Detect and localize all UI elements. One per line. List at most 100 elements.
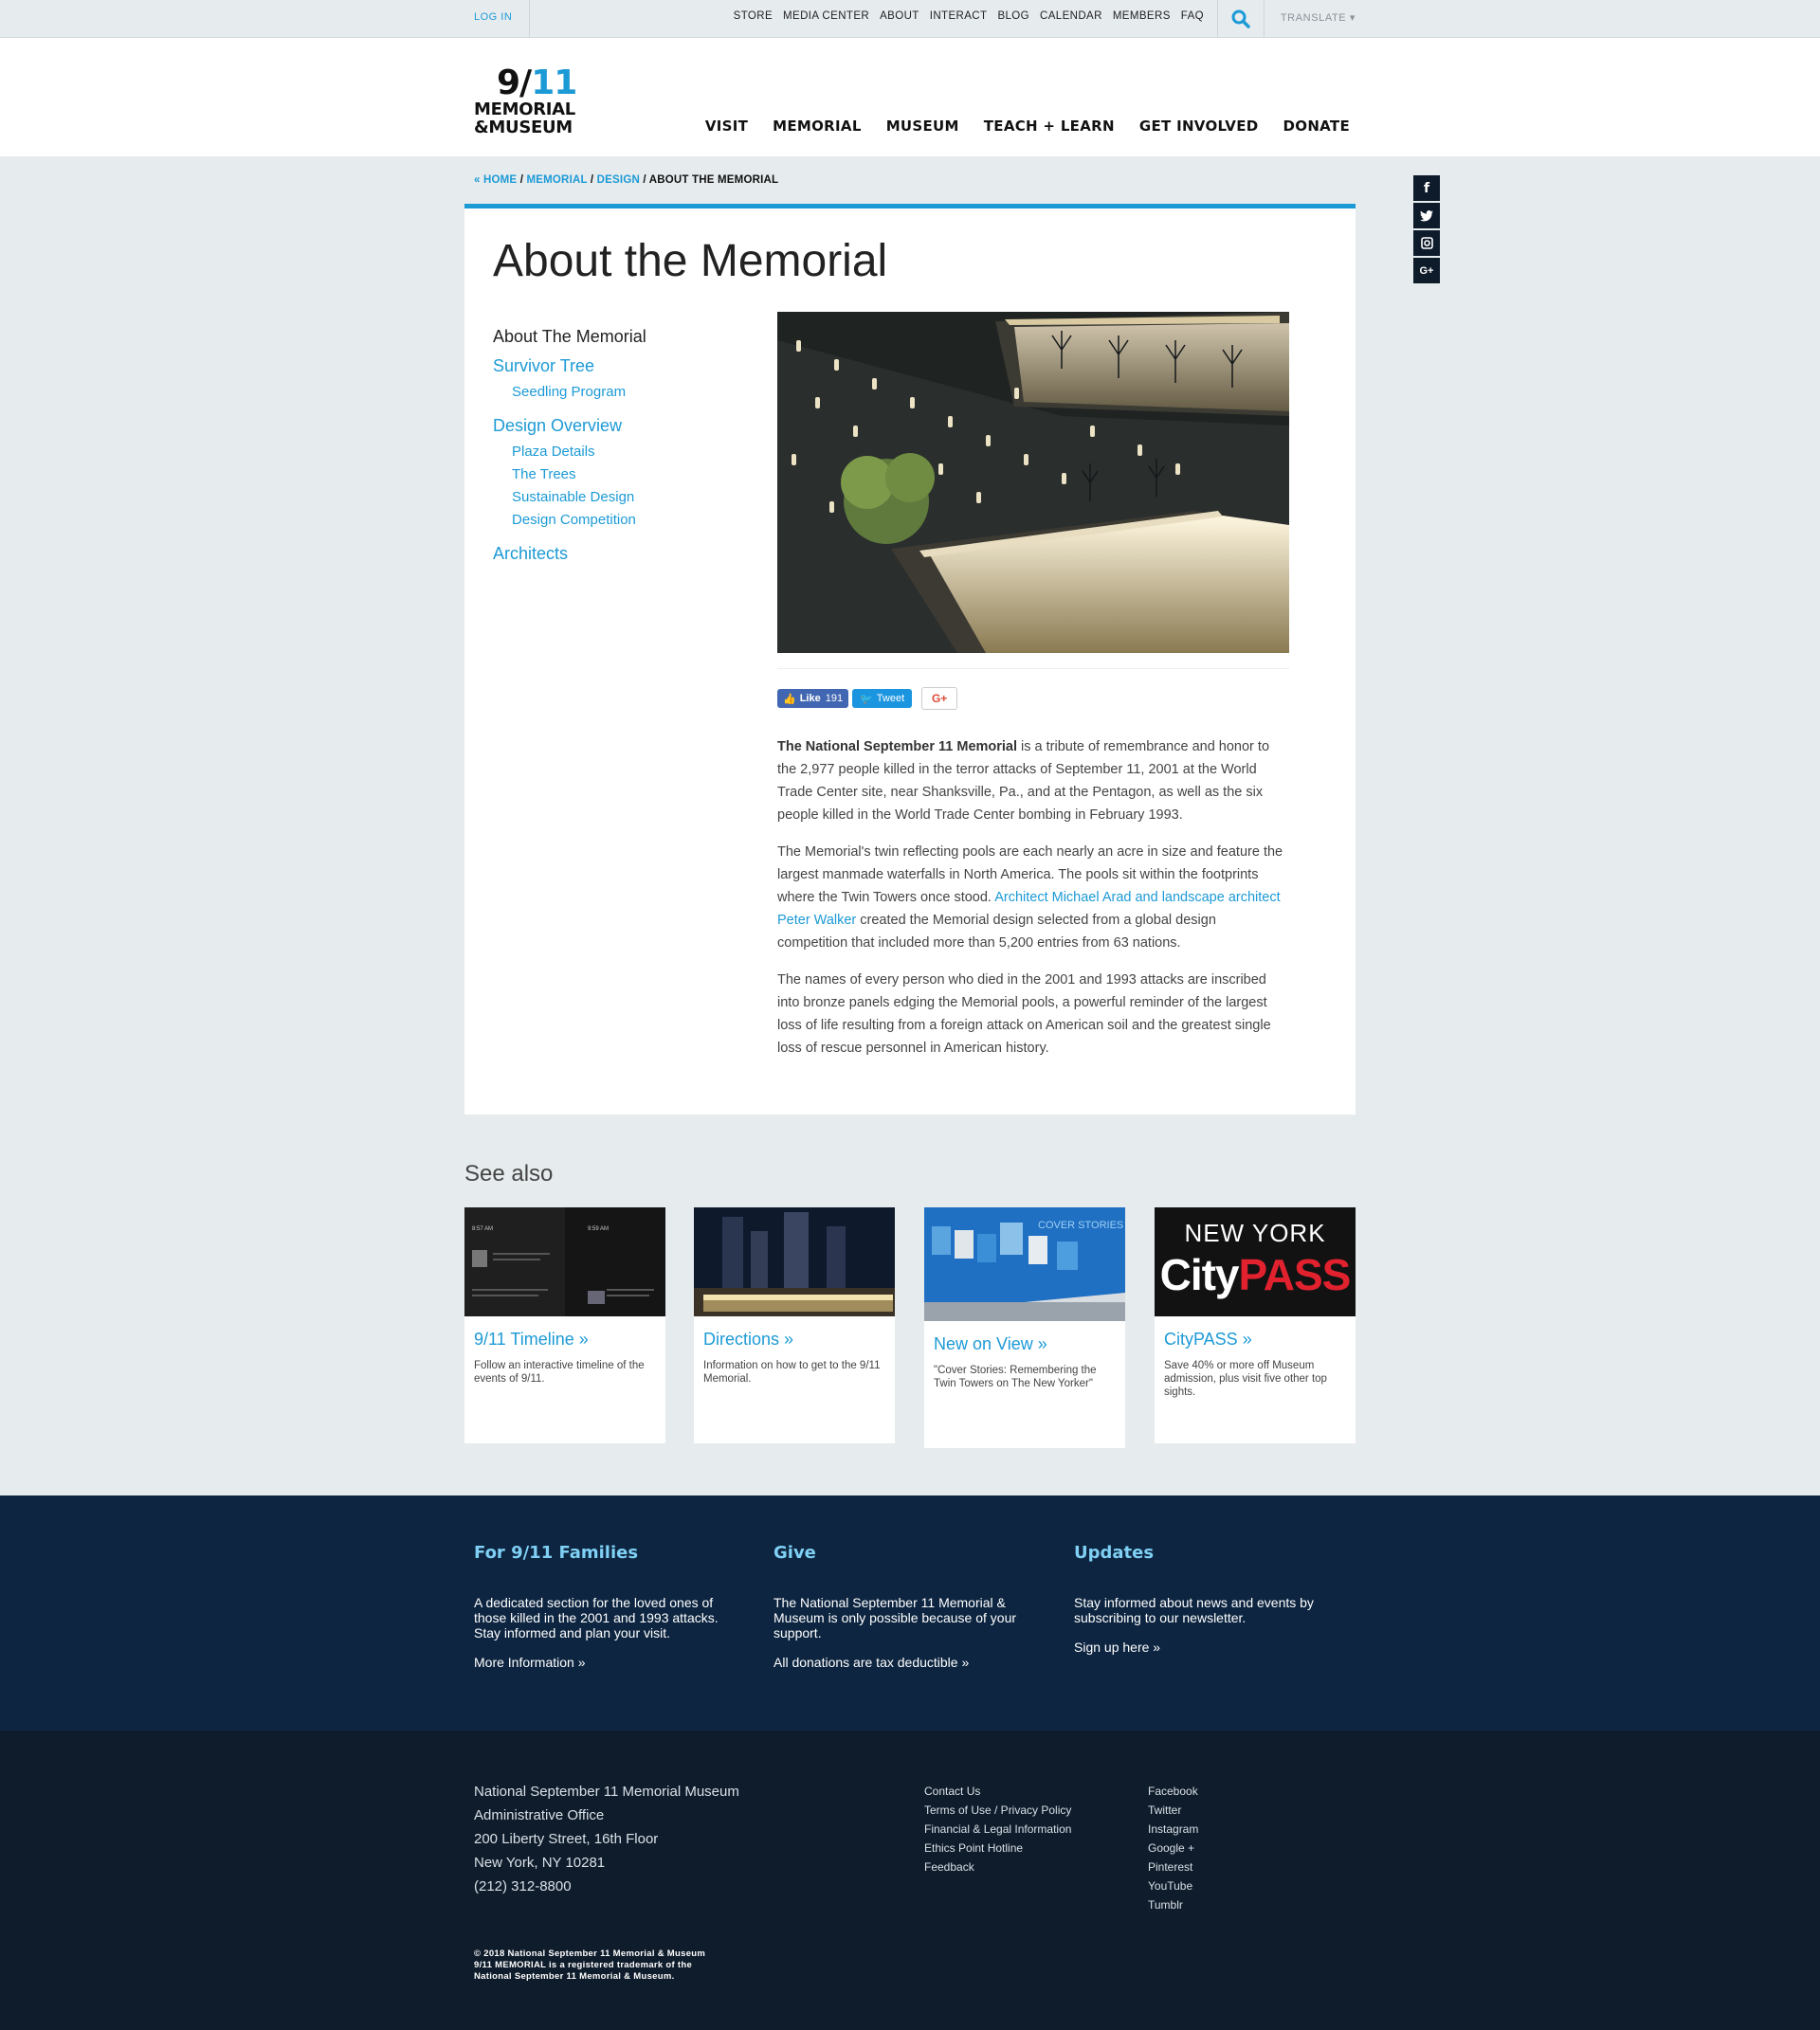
- instagram-icon[interactable]: [1413, 230, 1440, 256]
- give-heading[interactable]: Give: [774, 1543, 1029, 1563]
- site-header: 9/11 MEMORIAL &MUSEUM VISIT MEMORIAL MUS…: [0, 38, 1820, 156]
- tile-title[interactable]: 9/11 Timeline »: [474, 1330, 656, 1350]
- breadcrumb-home[interactable]: « HOME: [474, 174, 517, 186]
- copyright: © 2018 National September 11 Memorial & …: [474, 1948, 705, 1983]
- site-footer: National September 11 Memorial Museum Ad…: [0, 1731, 1820, 2030]
- sidenav-item-seedling-program[interactable]: Seedling Program: [512, 384, 758, 400]
- footer-link-ethics[interactable]: Ethics Point Hotline: [924, 1839, 1071, 1858]
- login-link[interactable]: LOG IN: [474, 11, 512, 23]
- nav-get-involved[interactable]: GET INVOLVED: [1139, 118, 1259, 135]
- updates-column: Updates Stay informed about news and eve…: [1074, 1543, 1330, 1657]
- see-also-tile-new-on-view[interactable]: COVER STORIES New on View » "Cover Stori…: [924, 1207, 1125, 1448]
- paragraph-lead: The National September 11 Memorial: [777, 739, 1018, 754]
- address-line: 200 Liberty Street, 16th Floor: [474, 1831, 659, 1847]
- memorial-photo: [777, 312, 1289, 653]
- footer-link-terms[interactable]: Terms of Use / Privacy Policy: [924, 1801, 1071, 1820]
- nav-visit[interactable]: VISIT: [705, 118, 748, 135]
- citypass-logo: NEW YORK CityPASS: [1155, 1207, 1356, 1316]
- tweet-label: Tweet: [876, 693, 905, 704]
- article-body: The National September 11 Memorial is a …: [777, 735, 1289, 1074]
- see-also-tile-timeline[interactable]: 8:57 AM 9:59 AM 9/11 Timeline » Follow a…: [464, 1207, 665, 1443]
- footer-link-instagram[interactable]: Instagram: [1148, 1820, 1198, 1839]
- facebook-like-button[interactable]: 👍 Like 191: [777, 689, 849, 708]
- divider: [529, 0, 530, 38]
- copyright-line: © 2018 National September 11 Memorial & …: [474, 1948, 706, 1959]
- utility-media-center[interactable]: MEDIA CENTER: [783, 10, 869, 22]
- breadcrumb-design[interactable]: DESIGN: [597, 174, 640, 186]
- footer-social-links: Facebook Twitter Instagram Google + Pint…: [1148, 1782, 1198, 1914]
- utility-nav: STORE MEDIA CENTER ABOUT INTERACT BLOG C…: [734, 10, 1204, 22]
- translate-dropdown[interactable]: TRANSLATE ▾: [1281, 11, 1356, 24]
- exhibit-title-text: COVER STORIES: [1038, 1220, 1123, 1231]
- section-nav: About The Memorial Survivor Tree Seedlin…: [493, 327, 758, 571]
- footer-link-google-plus[interactable]: Google +: [1148, 1839, 1198, 1858]
- citypass-word-pass: PASS: [1238, 1250, 1352, 1299]
- nav-museum[interactable]: MUSEUM: [886, 118, 959, 135]
- tile-description: Follow an interactive timeline of the ev…: [474, 1360, 645, 1385]
- footer-link-facebook[interactable]: Facebook: [1148, 1782, 1198, 1801]
- give-column: Give The National September 11 Memorial …: [774, 1543, 1029, 1672]
- logo-line-2: &MUSEUM: [474, 118, 573, 137]
- tweet-button[interactable]: 🐦 Tweet: [852, 689, 913, 708]
- see-also-heading: See also: [464, 1161, 554, 1187]
- google-plus-icon[interactable]: G+: [1413, 258, 1440, 283]
- like-count: 191: [825, 693, 844, 704]
- footer-link-pinterest[interactable]: Pinterest: [1148, 1858, 1198, 1876]
- nav-memorial[interactable]: MEMORIAL: [773, 118, 862, 135]
- tile-description: Information on how to get to the 9/11 Me…: [703, 1360, 881, 1385]
- logo-number-prefix: 9/: [497, 63, 532, 102]
- citypass-city-name: NEW YORK: [1184, 1219, 1326, 1247]
- sidenav-item-plaza-details[interactable]: Plaza Details: [512, 444, 758, 460]
- donations-link[interactable]: All donations are tax deductible »: [774, 1655, 969, 1670]
- see-also-tile-citypass[interactable]: NEW YORK CityPASS CityPASS » Save 40% or…: [1155, 1207, 1356, 1443]
- sign-up-link[interactable]: Sign up here »: [1074, 1640, 1160, 1655]
- tile-title[interactable]: CityPASS »: [1164, 1330, 1346, 1350]
- nav-teach-learn[interactable]: TEACH + LEARN: [984, 118, 1115, 135]
- footer-links: Contact Us Terms of Use / Privacy Policy…: [924, 1782, 1071, 1876]
- nav-donate[interactable]: DONATE: [1283, 118, 1350, 135]
- breadcrumb: « HOME / MEMORIAL / DESIGN / ABOUT THE M…: [474, 174, 779, 186]
- citypass-word-city: City: [1159, 1250, 1240, 1299]
- share-buttons: 👍 Like 191 🐦 Tweet G+: [777, 687, 958, 710]
- give-text: The National September 11 Memorial & Mus…: [774, 1595, 1017, 1640]
- search-button[interactable]: [1217, 0, 1265, 38]
- sidenav-item-architects[interactable]: Architects: [493, 544, 758, 564]
- logo-line-1: MEMORIAL: [474, 100, 575, 119]
- more-information-link[interactable]: More Information »: [474, 1655, 586, 1670]
- sidenav-item-about-the-memorial[interactable]: About The Memorial: [493, 327, 758, 347]
- updates-heading[interactable]: Updates: [1074, 1543, 1330, 1563]
- footer-link-contact[interactable]: Contact Us: [924, 1782, 1071, 1801]
- updates-text: Stay informed about news and events by s…: [1074, 1595, 1314, 1625]
- footer-link-youtube[interactable]: YouTube: [1148, 1876, 1198, 1895]
- social-rail: f G+: [1413, 175, 1440, 285]
- facebook-icon[interactable]: f: [1413, 175, 1440, 201]
- utility-members[interactable]: MEMBERS: [1113, 10, 1171, 22]
- utility-store[interactable]: STORE: [734, 10, 773, 22]
- utility-blog[interactable]: BLOG: [997, 10, 1029, 22]
- timeline-time-2: 9:59 AM: [588, 1226, 609, 1232]
- utility-interact[interactable]: INTERACT: [930, 10, 988, 22]
- footer-link-tumblr[interactable]: Tumblr: [1148, 1895, 1198, 1914]
- footer-link-financial[interactable]: Financial & Legal Information: [924, 1820, 1071, 1839]
- sidenav-item-design-overview[interactable]: Design Overview: [493, 416, 758, 436]
- utility-calendar[interactable]: CALENDAR: [1040, 10, 1102, 22]
- new-on-view-thumbnail: COVER STORIES: [924, 1207, 1125, 1321]
- breadcrumb-memorial[interactable]: MEMORIAL: [526, 174, 587, 186]
- google-plus-share-button[interactable]: G+: [921, 687, 958, 710]
- timeline-time-1: 8:57 AM: [472, 1226, 493, 1232]
- utility-faq[interactable]: FAQ: [1181, 10, 1204, 22]
- sidenav-item-the-trees[interactable]: The Trees: [512, 466, 758, 482]
- families-heading[interactable]: For 9/11 Families: [474, 1543, 730, 1563]
- tile-title[interactable]: Directions »: [703, 1330, 885, 1350]
- tile-title[interactable]: New on View »: [934, 1334, 1116, 1354]
- footer-link-twitter[interactable]: Twitter: [1148, 1801, 1198, 1820]
- site-logo[interactable]: 9/11 MEMORIAL &MUSEUM: [474, 63, 577, 137]
- utility-about[interactable]: ABOUT: [880, 10, 919, 22]
- paragraph: The Memorial's twin reflecting pools are…: [777, 841, 1289, 954]
- sidenav-item-design-competition[interactable]: Design Competition: [512, 512, 758, 528]
- footer-link-feedback[interactable]: Feedback: [924, 1858, 1071, 1876]
- see-also-tile-directions[interactable]: Directions » Information on how to get t…: [694, 1207, 895, 1443]
- sidenav-item-survivor-tree[interactable]: Survivor Tree: [493, 356, 758, 376]
- twitter-icon[interactable]: [1413, 203, 1440, 228]
- sidenav-item-sustainable-design[interactable]: Sustainable Design: [512, 489, 758, 505]
